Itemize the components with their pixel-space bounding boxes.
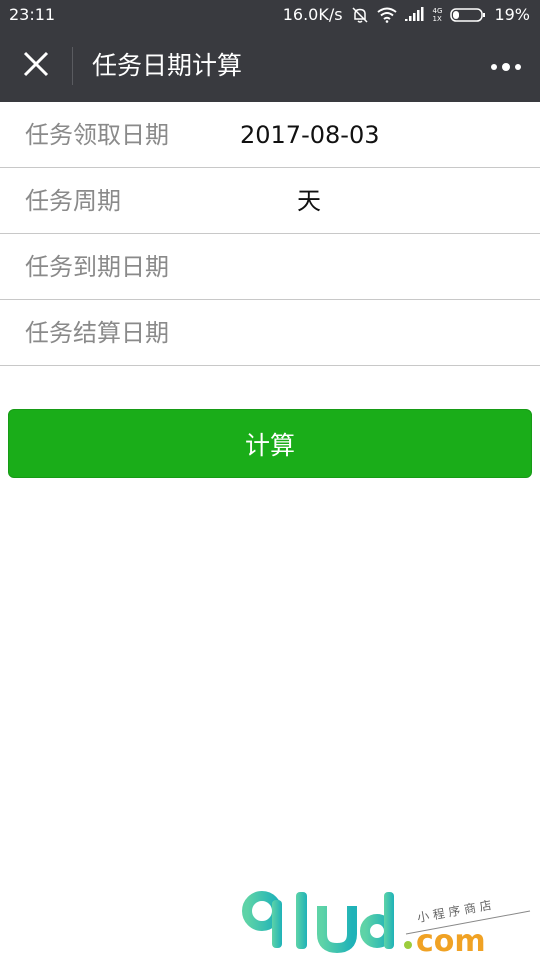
due-date-value xyxy=(240,234,520,300)
status-bar: 23:11 16.0K/s 4G 1X 19% xyxy=(0,0,540,30)
net-speed: 16.0K/s xyxy=(282,5,343,24)
svg-text:小 程 序 商 店: 小 程 序 商 店 xyxy=(416,897,493,925)
network-type-top: 4G xyxy=(432,6,443,15)
nav-divider xyxy=(72,47,73,85)
settle-date-value xyxy=(240,300,520,366)
nav-bar: 任务日期计算 xyxy=(0,30,540,102)
watermark-logo: com 小 程 序 商 店 xyxy=(240,884,540,960)
close-icon xyxy=(23,51,49,81)
mute-bell-icon xyxy=(351,6,369,24)
signal-icon xyxy=(404,6,425,23)
settle-date-label: 任务结算日期 xyxy=(25,319,169,347)
network-type: 4G 1X xyxy=(433,7,443,23)
period-unit: 天 xyxy=(297,187,321,215)
calculate-button[interactable]: 计算 xyxy=(8,409,532,478)
form-row-settle-date: 任务结算日期 xyxy=(0,300,540,366)
more-button[interactable] xyxy=(486,50,526,82)
page-title: 任务日期计算 xyxy=(92,51,243,80)
form-row-receive-date: 任务领取日期 2017-08-03 xyxy=(0,102,540,168)
network-type-bottom: 1X xyxy=(432,14,442,23)
receive-date-picker[interactable]: 2017-08-03 xyxy=(240,102,379,168)
receive-date-label: 任务领取日期 xyxy=(25,121,169,149)
battery-level: 19% xyxy=(494,5,530,24)
more-icon xyxy=(490,57,522,76)
close-button[interactable] xyxy=(14,44,58,88)
period-input[interactable] xyxy=(240,168,520,234)
due-date-label: 任务到期日期 xyxy=(25,253,169,281)
date-form: 任务领取日期 2017-08-03 任务周期 天 任务到期日期 任务结算日期 xyxy=(0,102,540,366)
battery-icon xyxy=(450,7,486,23)
status-right: 16.0K/s 4G 1X 19% xyxy=(283,5,530,24)
period-label: 任务周期 xyxy=(25,187,121,215)
svg-text:com: com xyxy=(416,924,486,959)
wifi-icon xyxy=(376,7,397,23)
form-row-period: 任务周期 天 xyxy=(0,168,540,234)
status-time: 23:11 xyxy=(9,5,56,24)
form-row-due-date: 任务到期日期 xyxy=(0,234,540,300)
